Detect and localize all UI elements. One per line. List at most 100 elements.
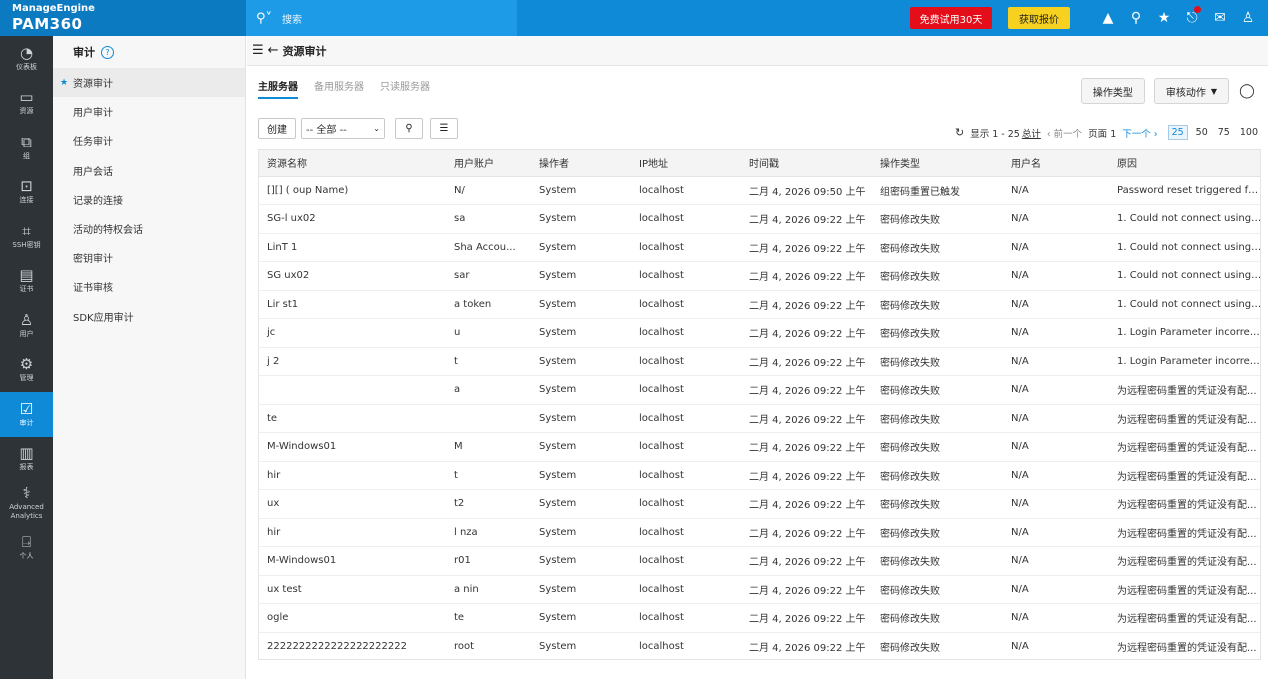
get-quote-button[interactable]: 获取报价 bbox=[1008, 7, 1070, 29]
operation-type-button[interactable]: 操作类型 bbox=[1080, 78, 1145, 104]
column-header[interactable]: IP地址 bbox=[631, 150, 741, 177]
nav-item-6[interactable]: ♙ 用户 bbox=[0, 303, 53, 348]
table-cell: 1. Could not connect using ... bbox=[1109, 261, 1260, 291]
subnav-item[interactable]: 活动的特权会话 bbox=[53, 214, 245, 243]
next-page-link[interactable]: 下一个 › bbox=[1122, 126, 1157, 140]
table-row[interactable]: SG-l ux02 sa System localhost 二月 4, 2026 09:… bbox=[259, 204, 1260, 234]
table-cell: 二月 4, 2026 09:22 上午 bbox=[741, 290, 872, 319]
column-header[interactable]: 原因 bbox=[1109, 150, 1260, 177]
nav-item-0[interactable]: ◔ 仪表板 bbox=[0, 36, 53, 81]
table-row[interactable]: hir l nza System localhost 二月 4, 2026 09:22 … bbox=[259, 518, 1260, 547]
nav-item-7[interactable]: ⚙ 管理 bbox=[0, 348, 53, 393]
subnav-item[interactable]: 用户审计 bbox=[53, 97, 245, 126]
prev-page-link[interactable]: ‹ 前一个 bbox=[1047, 126, 1082, 140]
filter-select[interactable]: -- 全部 -- ⌄ bbox=[301, 118, 385, 139]
column-chooser-button[interactable]: ☰ bbox=[430, 118, 458, 139]
table-cell: 密码修改失败 bbox=[872, 575, 1003, 604]
page-size-50[interactable]: 50 bbox=[1196, 127, 1208, 138]
nav-item-8[interactable]: ☑ 审计 bbox=[0, 392, 53, 437]
create-button[interactable]: 创建 bbox=[258, 118, 296, 139]
user-profile-icon[interactable]: ♙ bbox=[1234, 0, 1262, 36]
table-row[interactable]: j 2 t System localhost 二月 4, 2026 09:22 上午 密码… bbox=[259, 347, 1260, 376]
table-cell: j 2 bbox=[259, 347, 446, 376]
table-row[interactable]: SG ux02 sar System localhost 二月 4, 2026 09:2… bbox=[259, 261, 1260, 291]
subnav-item[interactable]: ★ 资源审计 bbox=[53, 68, 245, 98]
back-arrow-icon[interactable]: ← bbox=[268, 43, 279, 58]
table-row[interactable]: hir t System localhost 二月 4, 2026 09:22 上午密… bbox=[259, 461, 1260, 490]
table-row[interactable]: a System localhost 二月 4, 2026 09:22 上午 密码修改失… bbox=[259, 375, 1260, 405]
table-row[interactable]: ux t2 System localhost 二月 4, 2026 09:22 上午密… bbox=[259, 489, 1260, 519]
total-link[interactable]: 总计 bbox=[1022, 126, 1041, 140]
nav-item-11[interactable]: ⍈ 个人 bbox=[0, 526, 53, 571]
column-header[interactable]: 时间戳 bbox=[741, 150, 872, 177]
audit-action-button[interactable]: 审核动作 ▼ bbox=[1153, 78, 1229, 104]
table-row[interactable]: jc u System localhost 二月 4, 2026 09:22 上午 密码修… bbox=[259, 318, 1260, 348]
nav-item-2[interactable]: ⧉ 组 bbox=[0, 125, 53, 170]
table-cell: N/A bbox=[1003, 347, 1109, 376]
table-cell: localhost bbox=[631, 575, 741, 604]
tab-readonly-server[interactable]: 只读服务器 bbox=[380, 78, 430, 99]
lightbulb-icon[interactable]: ◯ bbox=[1236, 80, 1258, 102]
nav-item-9[interactable]: ▥ 报表 bbox=[0, 437, 53, 482]
nav-item-4[interactable]: ⌗ SSH密钥 bbox=[0, 214, 53, 259]
table-row[interactable]: [][] ( oup Name) N/System localhost 二月 4, 2… bbox=[259, 176, 1260, 205]
table-cell: M bbox=[446, 432, 531, 462]
brand-logo[interactable]: ManageEngine PAM360 bbox=[0, 0, 246, 36]
nav-item-3[interactable]: ⊡ 连接 bbox=[0, 170, 53, 215]
subnav-item[interactable]: 用户会话 bbox=[53, 156, 245, 185]
column-header[interactable]: 操作者 bbox=[531, 150, 631, 177]
subnav-item-label: SDK应用审计 bbox=[73, 312, 134, 324]
global-search[interactable]: ⚲˅ 搜索 bbox=[246, 0, 517, 36]
table-row[interactable]: ux test a nin System localhost 二月 4, 2026 09… bbox=[259, 575, 1260, 604]
table-cell: localhost bbox=[631, 489, 741, 519]
table-row[interactable]: Lir st1 a token System localhost 二月 4, 2026 … bbox=[259, 290, 1260, 319]
subnav-item[interactable]: 任务审计 bbox=[53, 126, 245, 155]
table-row[interactable]: ogle te System localhost 二月 4, 2026 09:22 上午… bbox=[259, 603, 1260, 633]
nav-item-label: 资源 bbox=[19, 107, 34, 116]
table-search-button[interactable]: ⚲ bbox=[395, 118, 423, 139]
subnav-item[interactable]: SDK应用审计 bbox=[53, 302, 245, 331]
dashboard-icon: ◔ bbox=[19, 43, 34, 62]
nav-item-5[interactable]: ▤ 证书 bbox=[0, 259, 53, 304]
nav-item-10[interactable]: ⚕ Advanced Analytics bbox=[0, 481, 53, 526]
key-search-icon[interactable]: ⚲ bbox=[1122, 0, 1150, 36]
page-indicator: 页面 1 bbox=[1088, 128, 1117, 140]
page-size-75[interactable]: 75 bbox=[1218, 127, 1230, 138]
table-row[interactable]: M-Windows01 r01 System localhost 二月 4, 2026… bbox=[259, 546, 1260, 576]
nav-item-1[interactable]: ▭ 资源 bbox=[0, 81, 53, 126]
page-size-25[interactable]: 25 bbox=[1167, 125, 1188, 140]
rocket-icon[interactable]: ▲ bbox=[1094, 0, 1122, 36]
menu-toggle-icon[interactable]: ☰ bbox=[252, 43, 264, 58]
main-content: ☰ ← 资源审计 主服务器 备用服务器 只读服务器 操作类型 审核动作 ▼ ◯ … bbox=[247, 36, 1268, 679]
table-cell: 为远程密码重置的凭证没有配... bbox=[1109, 546, 1260, 576]
subnav-item[interactable]: 密钥审计 bbox=[53, 243, 245, 272]
user-star-icon[interactable]: ★ bbox=[1150, 0, 1178, 36]
column-header[interactable]: 操作类型 bbox=[872, 150, 1003, 177]
tab-primary-server[interactable]: 主服务器 bbox=[258, 78, 298, 99]
subnav-item[interactable]: 证书审核 bbox=[53, 272, 245, 301]
table-row[interactable]: M-Windows01 M System localhost 二月 4, 2026 0… bbox=[259, 432, 1260, 462]
column-header[interactable]: 资源名称 bbox=[259, 150, 446, 177]
help-icon[interactable]: ? bbox=[101, 45, 114, 59]
nav-item-label: 仪表板 bbox=[16, 62, 37, 71]
tab-standby-server[interactable]: 备用服务器 bbox=[314, 78, 364, 99]
table-cell: System bbox=[531, 461, 631, 490]
notification-bell-icon[interactable]: ⎋ bbox=[1178, 0, 1206, 36]
search-input[interactable]: 搜索 bbox=[282, 11, 302, 26]
nav-item-label: 审计 bbox=[19, 418, 34, 427]
table-cell: te bbox=[259, 404, 446, 433]
subnav-item-label: 资源审计 bbox=[73, 79, 113, 91]
column-header[interactable]: 用户账户 bbox=[446, 150, 531, 177]
free-trial-button[interactable]: 免费试用30天 bbox=[910, 7, 992, 29]
refresh-icon[interactable]: ↻ bbox=[955, 126, 964, 139]
mail-icon[interactable]: ✉ bbox=[1206, 0, 1234, 36]
table-row[interactable]: te System localhost 二月 4, 2026 09:22 上午 密码修改… bbox=[259, 404, 1260, 433]
certificate-icon: ▤ bbox=[19, 266, 34, 285]
table-cell: 密码修改失败 bbox=[872, 518, 1003, 547]
nav-item-label: 管理 bbox=[19, 374, 34, 383]
subnav-item[interactable]: 记录的连接 bbox=[53, 185, 245, 214]
column-header[interactable]: 用户名 bbox=[1003, 150, 1109, 177]
table-row[interactable]: LinT 1 Sha Accou... System localhost 二月 4, 2… bbox=[259, 233, 1260, 262]
table-row[interactable]: 2222222222222222222222 root System localhos… bbox=[259, 632, 1260, 659]
page-size-100[interactable]: 100 bbox=[1240, 127, 1258, 138]
